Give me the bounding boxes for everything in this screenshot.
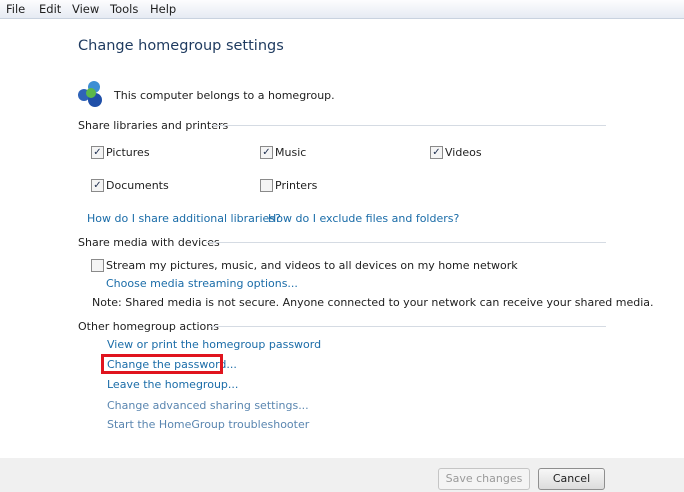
share-libraries-help-link[interactable]: How do I share additional libraries? (87, 212, 281, 225)
cancel-button[interactable]: Cancel (538, 468, 605, 490)
view-print-password-link[interactable]: View or print the homegroup password (107, 338, 321, 351)
stream-media-checkbox[interactable] (91, 259, 104, 272)
menu-tools[interactable]: Tools (110, 2, 138, 16)
printers-label: Printers (275, 179, 318, 192)
music-label: Music (275, 146, 307, 159)
pictures-checkbox[interactable]: ✓ (91, 146, 104, 159)
advanced-sharing-link[interactable]: Change advanced sharing settings... (107, 399, 309, 412)
music-checkbox[interactable]: ✓ (260, 146, 273, 159)
documents-label: Documents (106, 179, 169, 192)
troubleshooter-link[interactable]: Start the HomeGroup troubleshooter (107, 418, 309, 431)
menu-bar: File Edit View Tools Help (0, 0, 684, 19)
videos-checkbox[interactable]: ✓ (430, 146, 443, 159)
other-actions-header: Other homegroup actions (78, 320, 219, 333)
highlight-box (101, 354, 223, 374)
printers-checkbox[interactable] (260, 179, 273, 192)
save-changes-button[interactable]: Save changes (438, 468, 530, 490)
menu-edit[interactable]: Edit (39, 2, 61, 16)
homegroup-icon (78, 81, 102, 107)
homegroup-status: This computer belongs to a homegroup. (114, 89, 335, 102)
stream-media-label: Stream my pictures, music, and videos to… (106, 259, 518, 272)
documents-checkbox[interactable]: ✓ (91, 179, 104, 192)
share-media-header: Share media with devices (78, 236, 220, 249)
media-note: Note: Shared media is not secure. Anyone… (92, 296, 654, 309)
menu-view[interactable]: View (72, 2, 99, 16)
media-streaming-options-link[interactable]: Choose media streaming options... (106, 277, 298, 290)
menu-help[interactable]: Help (150, 2, 176, 16)
page-title: Change homegroup settings (78, 38, 284, 54)
menu-file[interactable]: File (6, 2, 25, 16)
exclude-files-help-link[interactable]: How do I exclude files and folders? (268, 212, 459, 225)
share-libraries-header: Share libraries and printers (78, 119, 229, 132)
pictures-label: Pictures (106, 146, 150, 159)
videos-label: Videos (445, 146, 482, 159)
leave-homegroup-link[interactable]: Leave the homegroup... (107, 378, 238, 391)
